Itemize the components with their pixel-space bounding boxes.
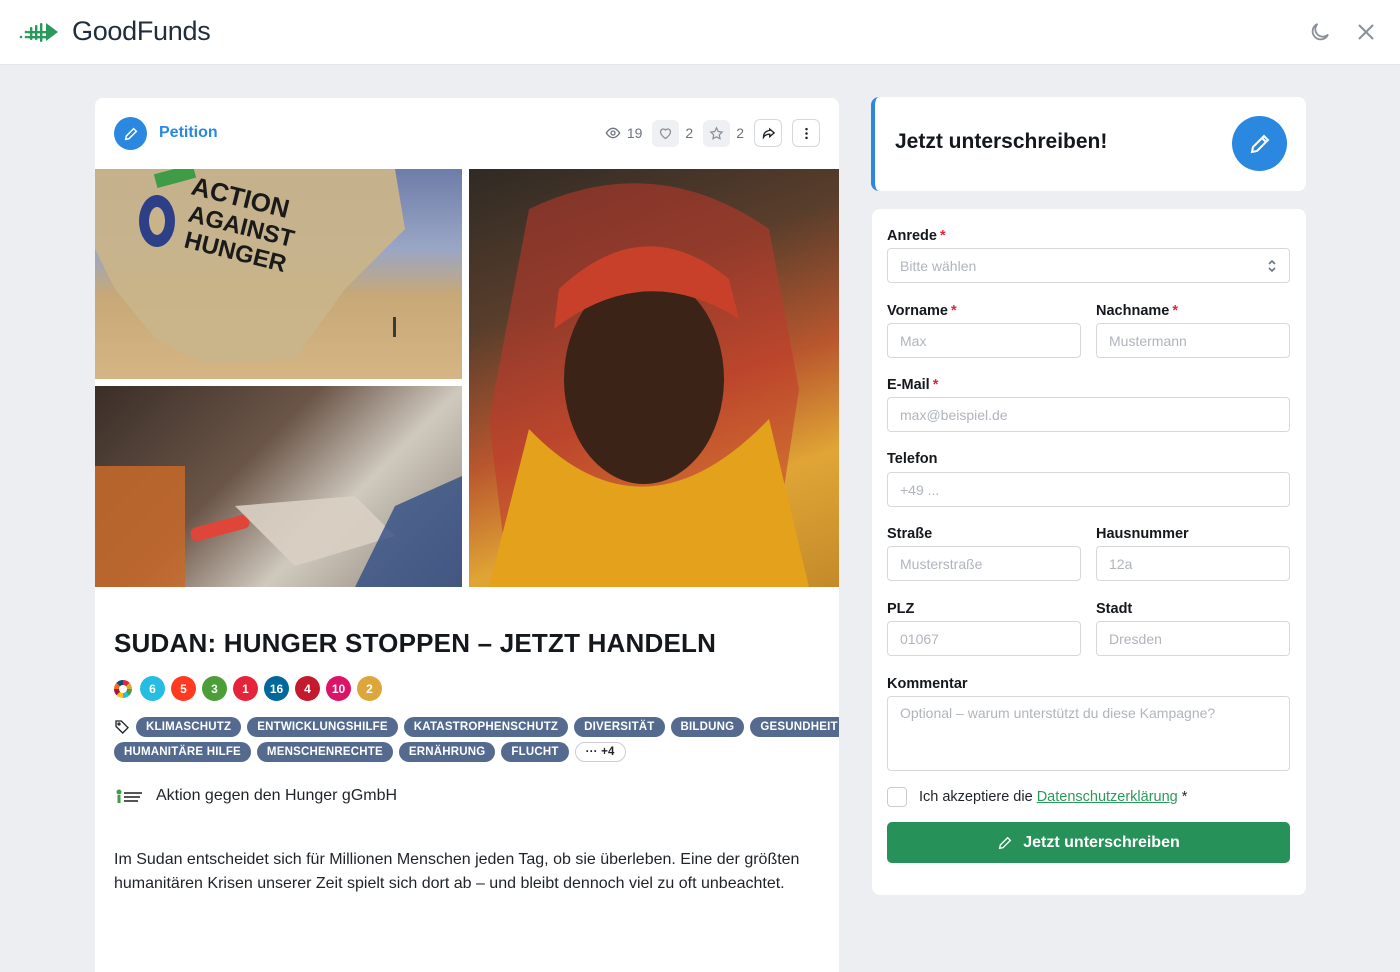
sdg-badge[interactable]: 1: [233, 676, 258, 701]
first-name-label: Vorname *: [887, 303, 957, 319]
city-field[interactable]: Dresden: [1096, 621, 1290, 656]
sdg-goals: 6 5 3 1 16 4 10 2: [114, 676, 382, 701]
sdg-badge[interactable]: 3: [202, 676, 227, 701]
close-icon[interactable]: [1354, 20, 1378, 44]
campaign-title: SUDAN: HUNGER STOPPEN – JETZT HANDELN: [114, 628, 717, 658]
phone-field[interactable]: +49 ...: [887, 472, 1290, 507]
last-name-label: Nachname *: [1096, 303, 1178, 319]
share-button[interactable]: [754, 119, 782, 147]
sdg-badge[interactable]: 4: [295, 676, 320, 701]
tag-chip[interactable]: KATASTROPHENSCHUTZ: [403, 717, 569, 737]
campaign-type-label: Petition: [159, 124, 218, 141]
organization-logo: [114, 786, 144, 806]
like-button[interactable]: 2: [652, 119, 694, 147]
privacy-checkbox[interactable]: [887, 787, 907, 807]
star-icon: [709, 125, 724, 140]
salutation-select[interactable]: Bitte wählen: [887, 248, 1290, 283]
likes-count: 2: [685, 125, 694, 141]
tag-chip[interactable]: MENSCHENRECHTE: [256, 742, 393, 762]
last-name-field[interactable]: Mustermann: [1096, 323, 1290, 358]
privacy-consent: Ich akzeptiere die Datenschutzerklärung …: [887, 787, 1187, 807]
share-icon: [762, 127, 775, 140]
sdg-badge[interactable]: 16: [264, 676, 289, 701]
tag-icon: [115, 720, 129, 734]
tag-chip[interactable]: KLIMASCHUTZ: [136, 717, 242, 737]
sign-title: Jetzt unterschreiben!: [895, 130, 1108, 153]
sdg-badge[interactable]: 2: [357, 676, 382, 701]
comment-textarea[interactable]: Optional – warum unterstützt du diese Ka…: [887, 696, 1290, 771]
sdg-wheel-icon: [114, 679, 132, 698]
signature-form: Anrede * Bitte wählen Vorname * Max Nachna…: [872, 209, 1306, 895]
views-counter: 19: [605, 125, 643, 141]
phone-label: Telefon: [887, 451, 938, 467]
organization[interactable]: Aktion gegen den Hunger gGmbH: [114, 786, 397, 806]
email-label: E-Mail *: [887, 377, 939, 393]
campaign-description: Im Sudan entscheidet sich für Millionen …: [114, 851, 800, 892]
sign-header-card: Jetzt unterschreiben!: [871, 97, 1306, 191]
zip-label: PLZ: [887, 601, 915, 617]
zip-field[interactable]: 01067: [887, 621, 1081, 656]
brand-name: GoodFunds: [72, 16, 211, 46]
favorites-count: 2: [736, 125, 744, 141]
show-more-tags-button[interactable]: ··· +4: [574, 742, 626, 762]
views-count: 19: [626, 125, 643, 141]
submit-label: Jetzt unterschreiben: [1023, 833, 1180, 851]
city-label: Stadt: [1096, 601, 1133, 617]
eye-icon: [605, 127, 621, 139]
sdg-badge[interactable]: 10: [326, 676, 351, 701]
top-bar: GoodFunds: [0, 0, 1400, 65]
moon-icon[interactable]: [1308, 20, 1332, 44]
sign-submit-button[interactable]: Jetzt unterschreiben: [887, 822, 1290, 863]
first-name-field[interactable]: Max: [887, 323, 1081, 358]
comment-label: Kommentar: [887, 676, 968, 692]
privacy-policy-link[interactable]: Datenschutzerklärung: [1037, 789, 1178, 805]
tag-chip[interactable]: ERNÄHRUNG: [398, 742, 496, 762]
chevron-up-down-icon: [1268, 259, 1276, 273]
campaign-header: Petition 19 2 2: [95, 98, 839, 168]
pencil-icon: [114, 117, 147, 150]
sdg-badge[interactable]: 6: [140, 676, 165, 701]
sdg-badge[interactable]: 5: [171, 676, 196, 701]
salutation-label: Anrede *: [887, 228, 946, 244]
more-vertical-icon: [804, 127, 808, 139]
favorite-button[interactable]: 2: [703, 119, 744, 147]
house-number-label: Hausnummer: [1096, 526, 1189, 542]
campaign-photo-banner: ACTION AGAINST HUNGER: [95, 169, 462, 379]
campaign-photo-child-hand: [95, 386, 462, 587]
tag-chip[interactable]: FLUCHT: [501, 742, 569, 762]
street-label: Straße: [887, 526, 933, 542]
email-field[interactable]: max@beispiel.de: [887, 397, 1290, 432]
tag-chip[interactable]: ENTWICKLUNGSHILFE: [247, 717, 398, 737]
tag-chip[interactable]: GESUNDHEIT: [750, 717, 839, 737]
logo-icon: [19, 22, 58, 42]
campaign-card: Petition 19 2 2 ACTION AGAINST HUNGER SU…: [95, 98, 839, 972]
organization-name: Aktion gegen den Hunger gGmbH: [156, 787, 398, 804]
tag-chip[interactable]: HUMANITÄRE HILFE: [114, 742, 251, 762]
campaign-image-collage: ACTION AGAINST HUNGER: [95, 169, 839, 587]
pencil-icon: [1232, 116, 1287, 171]
privacy-text: Ich akzeptiere die Datenschutzerklärung …: [919, 789, 1188, 805]
heart-icon: [660, 127, 672, 139]
street-field[interactable]: Musterstraße: [887, 546, 1081, 581]
tag-chip[interactable]: DIVERSITÄT: [574, 717, 665, 737]
house-number-field[interactable]: 12a: [1096, 546, 1290, 581]
campaign-photo-girl: [469, 169, 839, 587]
tag-chip[interactable]: BILDUNG: [670, 717, 745, 737]
logo[interactable]: GoodFunds: [18, 16, 211, 47]
pencil-icon: [999, 836, 1012, 849]
more-options-button[interactable]: [792, 119, 820, 147]
